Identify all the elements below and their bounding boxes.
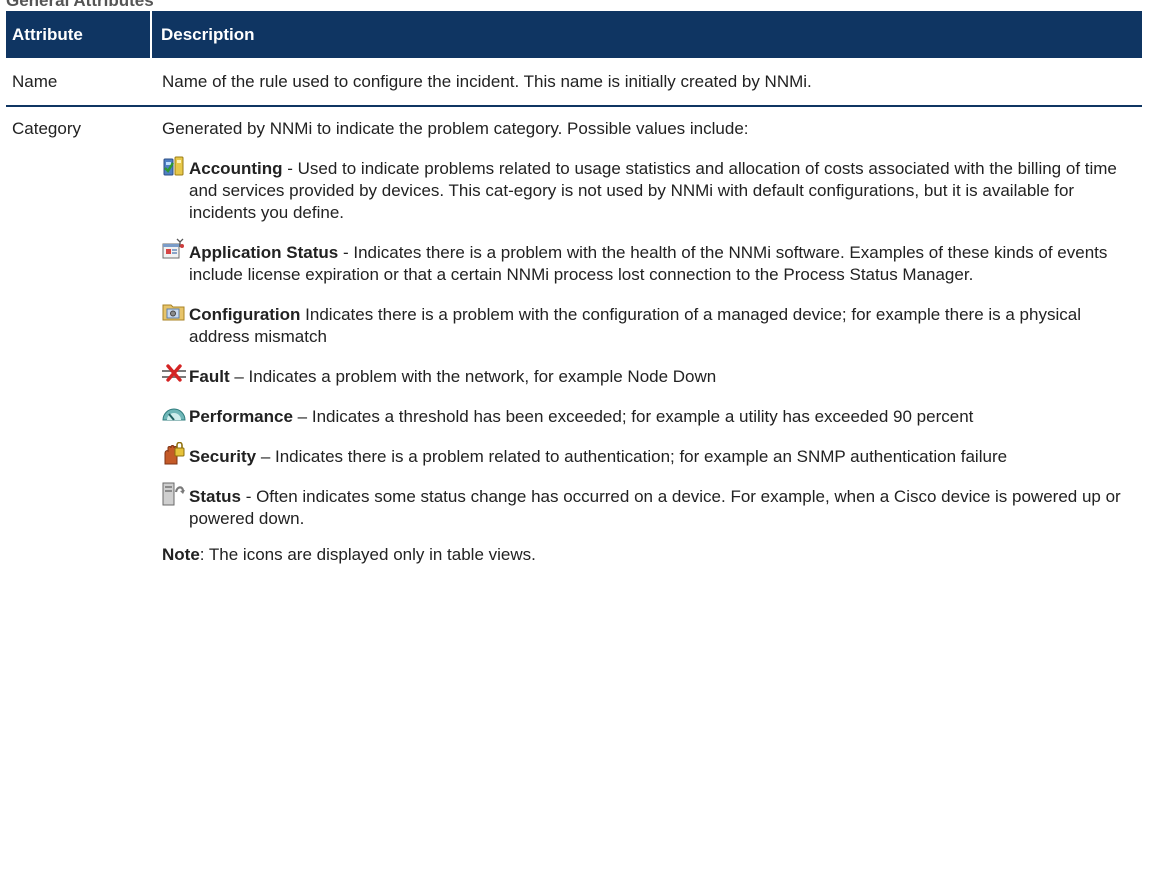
- category-separator: -: [282, 159, 298, 178]
- category-intro: Generated by NNMi to indicate the proble…: [162, 119, 749, 138]
- table-header-row: Attribute Description: [6, 11, 1142, 58]
- attribute-name-cell: Name: [6, 58, 151, 107]
- category-name: Application Status: [189, 243, 339, 262]
- category-name: Security: [189, 447, 257, 466]
- description-category-cell: Generated by NNMi to indicate the proble…: [151, 106, 1142, 583]
- header-description: Description: [150, 11, 1142, 58]
- accounting-icon: [162, 154, 186, 178]
- category-item-security: Security – Indicates there is a problem …: [162, 442, 1134, 468]
- category-name: Status: [189, 487, 241, 506]
- category-item-accounting: Accounting - Used to indicate problems r…: [162, 154, 1134, 224]
- security-icon: [162, 442, 186, 466]
- category-item-performance: Performance – Indicates a threshold has …: [162, 402, 1134, 428]
- category-separator: -: [240, 487, 257, 506]
- note-text: : The icons are displayed only in table …: [199, 545, 536, 564]
- category-separator: -: [338, 243, 354, 262]
- category-name: Configuration: [189, 305, 301, 324]
- table-row-name: Name Name of the rule used to configure …: [6, 58, 1142, 107]
- fault-icon: [162, 362, 186, 386]
- section-title: General Attributes: [6, 0, 154, 10]
- category-item-application-status: Application Status - Indicates there is …: [162, 238, 1134, 286]
- category-separator: –: [292, 407, 312, 426]
- category-description: Often indicates some status change has o…: [189, 487, 1121, 528]
- category-name: Accounting: [189, 159, 283, 178]
- category-item-status: Status - Often indicates some status cha…: [162, 482, 1134, 530]
- attribute-category-cell: Category: [12, 119, 81, 138]
- category-separator: –: [256, 447, 275, 466]
- category-name: Fault: [189, 367, 230, 386]
- category-description: Indicates a problem with the network, fo…: [248, 367, 717, 386]
- category-description: Indicates a threshold has been exceeded;…: [311, 407, 974, 426]
- description-name-cell: Name of the rule used to configure the i…: [151, 58, 1142, 107]
- note-label: Note: [162, 545, 200, 564]
- table-row-category: Category Generated by NNMi to indicate t…: [6, 106, 1142, 583]
- category-description: Indicates there is a problem with the co…: [189, 305, 1081, 346]
- category-item-configuration: Configuration Indicates there is a probl…: [162, 300, 1134, 348]
- category-description: Indicates there is a problem related to …: [275, 447, 1008, 466]
- category-note: Note: The icons are displayed only in ta…: [162, 544, 1134, 566]
- category-separator: –: [229, 367, 249, 386]
- general-attributes-table: Attribute Description Name Name of the r…: [6, 11, 1142, 583]
- header-attribute: Attribute: [6, 11, 151, 58]
- configuration-icon: [162, 300, 186, 324]
- status-icon: [162, 482, 186, 506]
- application-status-icon: [162, 238, 186, 262]
- performance-icon: [162, 402, 186, 426]
- category-item-fault: Fault – Indicates a problem with the net…: [162, 362, 1134, 388]
- category-name: Performance: [189, 407, 293, 426]
- category-description: Used to indicate problems related to usa…: [189, 159, 1117, 222]
